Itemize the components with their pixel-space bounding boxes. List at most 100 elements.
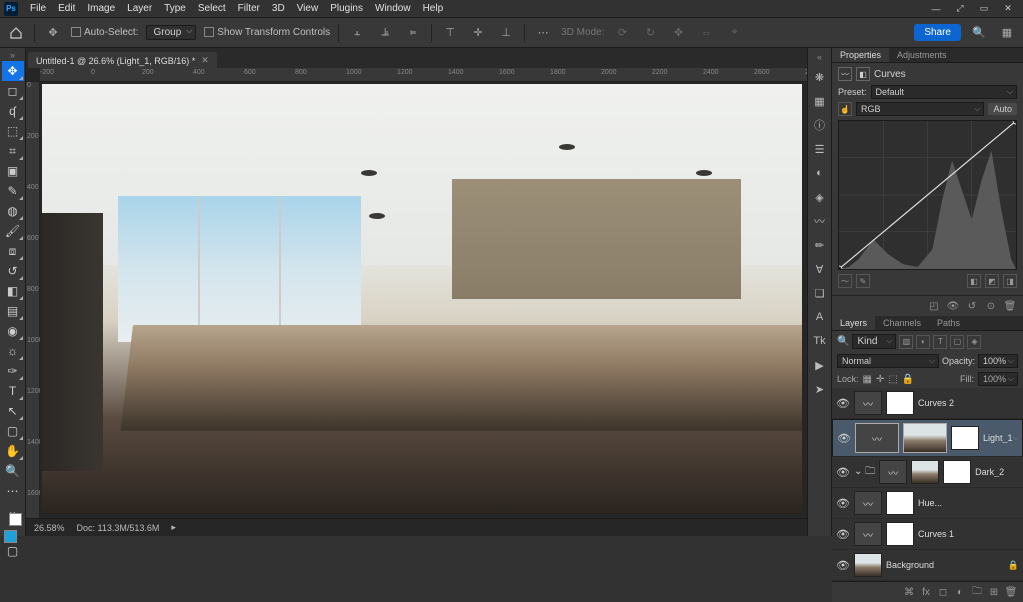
- move-tool[interactable]: ✥: [2, 61, 24, 81]
- lock-artboard-icon[interactable]: ⬚: [888, 374, 897, 385]
- adj-thumb[interactable]: 〰: [855, 423, 899, 453]
- align-right-icon[interactable]: ⫢: [403, 23, 423, 43]
- lasso-tool[interactable]: ʠ: [2, 101, 24, 121]
- curve-pencil-tool-icon[interactable]: ✎: [856, 274, 870, 288]
- visibility-icon[interactable]: 👁: [836, 497, 850, 510]
- visibility-icon[interactable]: 👁: [836, 466, 850, 479]
- zoom-tool[interactable]: 🔍: [2, 461, 24, 481]
- eraser-tool[interactable]: ◧: [2, 281, 24, 301]
- channel-dropdown[interactable]: RGB: [856, 102, 984, 116]
- layer-style-icon[interactable]: fx: [919, 585, 933, 599]
- status-menu-icon[interactable]: ▸: [171, 522, 176, 533]
- align-top-icon[interactable]: ⊤: [440, 23, 460, 43]
- auto-button[interactable]: Auto: [988, 103, 1017, 115]
- visibility-icon[interactable]: 👁: [836, 528, 850, 541]
- path-tool[interactable]: ↖: [2, 401, 24, 421]
- canvas-viewport[interactable]: [40, 82, 807, 518]
- align-bottom-icon[interactable]: ⊥: [496, 23, 516, 43]
- menu-layer[interactable]: Layer: [121, 3, 158, 14]
- layer-thumb[interactable]: [911, 460, 939, 484]
- layer-filter-dropdown[interactable]: Kind: [852, 334, 896, 349]
- black-point-icon[interactable]: ◧: [967, 274, 981, 288]
- opacity-input[interactable]: 100%: [978, 354, 1018, 368]
- show-transform-checkbox[interactable]: Show Transform Controls: [204, 27, 330, 38]
- visibility-icon[interactable]: 👁: [836, 397, 850, 410]
- dodge-tool[interactable]: ☼: [2, 341, 24, 361]
- gradient-tool[interactable]: ▤: [2, 301, 24, 321]
- curves-graph[interactable]: [838, 120, 1017, 270]
- marquee-tool[interactable]: ◻: [2, 81, 24, 101]
- layer-name[interactable]: Hue...: [918, 498, 1019, 508]
- adjustments-icon[interactable]: ◐: [811, 164, 829, 182]
- filter-pixel-icon[interactable]: ▧: [899, 335, 913, 349]
- blend-mode-dropdown[interactable]: Normal: [837, 354, 939, 368]
- selection-tool[interactable]: ⬚: [2, 121, 24, 141]
- menu-file[interactable]: File: [24, 3, 52, 14]
- view-previous-icon[interactable]: 👁: [946, 299, 960, 313]
- mask-thumb[interactable]: [943, 460, 971, 484]
- align-center-h-icon[interactable]: ⫡: [375, 23, 395, 43]
- frame-tool[interactable]: ▣: [2, 161, 24, 181]
- filter-smart-icon[interactable]: ◈: [967, 335, 981, 349]
- layer-name[interactable]: Curves 2: [918, 398, 1019, 408]
- filter-adj-icon[interactable]: ◐: [916, 335, 930, 349]
- zoom-level[interactable]: 26.58%: [34, 523, 65, 533]
- layer-thumb[interactable]: [854, 553, 882, 577]
- expand-rail-icon[interactable]: «: [817, 52, 822, 62]
- layer-row[interactable]: 👁⌄ 🗀〰Dark_2: [832, 457, 1023, 488]
- foreground-swatch[interactable]: [4, 530, 17, 543]
- window-minimize-icon[interactable]: —: [925, 2, 947, 16]
- delete-adj-icon[interactable]: 🗑: [1003, 299, 1017, 313]
- history-brush-tool[interactable]: ↺: [2, 261, 24, 281]
- auto-select-mode-dropdown[interactable]: Group: [146, 25, 196, 40]
- layers-icon[interactable]: ❏: [811, 284, 829, 302]
- share-button[interactable]: Share: [914, 24, 961, 41]
- workspace-icon[interactable]: ▦: [997, 23, 1017, 43]
- mask-thumb[interactable]: [951, 426, 979, 450]
- eyedropper-tool[interactable]: ✎: [2, 181, 24, 201]
- mask-thumb[interactable]: [886, 391, 914, 415]
- character-icon[interactable]: A: [811, 308, 829, 326]
- shape-tool[interactable]: ▢: [2, 421, 24, 441]
- menu-type[interactable]: Type: [158, 3, 192, 14]
- filter-type-icon[interactable]: T: [933, 335, 947, 349]
- ruler-vertical[interactable]: 02004006008001000120014001600: [26, 82, 40, 518]
- menu-view[interactable]: View: [291, 3, 325, 14]
- history-icon[interactable]: ▶: [811, 356, 829, 374]
- curves-icon[interactable]: 〰: [811, 212, 829, 230]
- visibility-icon[interactable]: 👁: [836, 559, 850, 572]
- adj-thumb[interactable]: 〰: [879, 460, 907, 484]
- info-icon[interactable]: ⓘ: [811, 116, 829, 134]
- layer-name[interactable]: Curves 1: [918, 529, 1019, 539]
- visibility-icon[interactable]: 👁: [837, 432, 851, 445]
- layer-name[interactable]: Background: [886, 560, 1004, 570]
- lock-all-icon[interactable]: 🔒: [902, 374, 914, 385]
- targeted-adj-icon[interactable]: ☝: [838, 102, 852, 116]
- collapse-tools-icon[interactable]: »: [10, 50, 15, 60]
- lock-pixels-icon[interactable]: ▦: [863, 374, 872, 385]
- tab-paths[interactable]: Paths: [929, 316, 968, 330]
- layer-row[interactable]: 👁〰Curves 2: [832, 388, 1023, 419]
- document-tab[interactable]: Untitled-1 @ 26.6% (Light_1, RGB/16) * ✕: [28, 52, 217, 68]
- layer-name[interactable]: Light_1: [983, 433, 1018, 443]
- pen-tool[interactable]: ✑: [2, 361, 24, 381]
- reset-icon[interactable]: ↺: [965, 299, 979, 313]
- layer-thumb[interactable]: [903, 423, 947, 453]
- layer-row[interactable]: 👁Background🔒: [832, 550, 1023, 581]
- window-restore-icon[interactable]: ⤢: [949, 2, 971, 16]
- menu-image[interactable]: Image: [81, 3, 121, 14]
- gray-point-icon[interactable]: ◩: [985, 274, 999, 288]
- hand-tool[interactable]: ✋: [2, 441, 24, 461]
- tab-adjustments[interactable]: Adjustments: [889, 48, 955, 62]
- toggle-visibility-icon[interactable]: ⊙: [984, 299, 998, 313]
- clip-layer-icon[interactable]: ◰: [927, 299, 941, 313]
- new-adjustment-icon[interactable]: ◐: [953, 585, 967, 599]
- background-swatch[interactable]: [9, 513, 22, 526]
- tab-layers[interactable]: Layers: [832, 316, 875, 330]
- home-button[interactable]: [6, 23, 26, 43]
- menu-window[interactable]: Window: [369, 3, 417, 14]
- white-point-icon[interactable]: ◨: [1003, 274, 1017, 288]
- crop-tool[interactable]: ⌗: [2, 141, 24, 161]
- menu-edit[interactable]: Edit: [52, 3, 81, 14]
- menu-help[interactable]: Help: [417, 3, 450, 14]
